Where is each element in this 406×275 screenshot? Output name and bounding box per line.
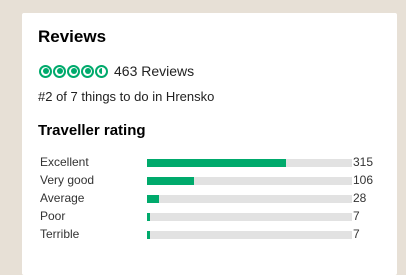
rating-bar-track [147,195,352,203]
rating-row-label: Poor [40,209,66,223]
reviews-title: Reviews [38,27,107,46]
rating-row-label: Average [40,191,85,205]
rating-row-poor[interactable]: Poor 7 [40,208,395,226]
rating-row-very-good[interactable]: Very good 106 [40,172,395,190]
rating-row-terrible[interactable]: Terrible 7 [40,226,395,244]
rating-bar-track [147,231,352,239]
rating-bar-fill [147,231,150,239]
rating-bar-fill [147,213,150,221]
traveller-rating-heading: Traveller rating [38,122,146,139]
rating-row-average[interactable]: Average 28 [40,190,395,208]
rating-row-count: 28 [353,191,367,205]
rating-row-label: Excellent [40,155,89,169]
bubble-rating-icon [39,64,108,78]
rating-bar-track [147,177,352,185]
rating-row-label: Terrible [40,227,80,241]
rating-row-label: Very good [40,173,95,187]
rating-bar-track [147,159,352,167]
rating-bubble-icon [39,64,52,78]
rating-bubble-icon [95,64,108,78]
rating-bar-fill [147,195,159,203]
rating-bar-fill [147,177,194,185]
ranking-text[interactable]: #2 of 7 things to do in Hrensko [38,89,214,104]
rating-bar-track [147,213,352,221]
rating-bubble-icon [67,64,80,78]
rating-bubble-icon [81,64,94,78]
rating-bar-fill [147,159,286,167]
rating-bubble-icon [53,64,66,78]
reviews-card: Reviews 463 Reviews #2 of 7 things to do… [22,13,397,275]
rating-breakdown: Excellent 315 Very good 106 Average 28 P… [40,154,395,244]
rating-row-excellent[interactable]: Excellent 315 [40,154,395,172]
rating-row-count: 7 [353,209,360,223]
rating-row-count: 7 [353,227,360,241]
rating-row-count: 315 [353,155,374,169]
bubble-rating-row[interactable]: 463 Reviews [39,63,194,79]
review-count-link[interactable]: 463 Reviews [114,63,194,79]
rating-row-count: 106 [353,173,374,187]
